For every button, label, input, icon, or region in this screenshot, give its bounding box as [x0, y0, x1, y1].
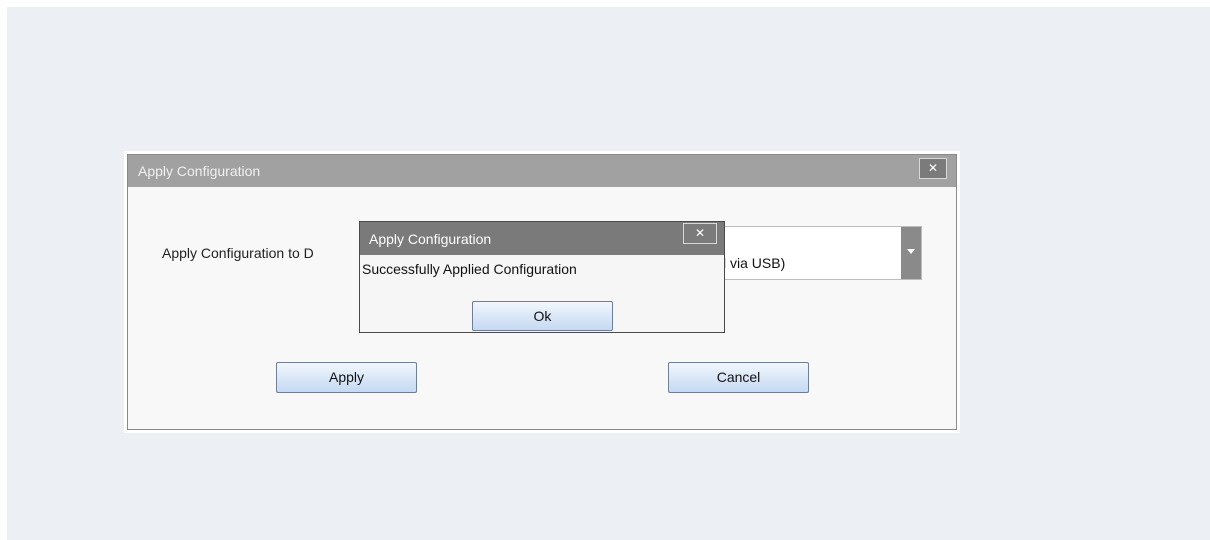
- chevron-down-icon[interactable]: [901, 227, 921, 279]
- success-message-box: Apply Configuration ✕ Successfully Appli…: [359, 221, 725, 333]
- device-label: Apply Configuration to D: [162, 245, 314, 261]
- message-box-close-button[interactable]: ✕: [683, 223, 717, 244]
- success-message: Successfully Applied Configuration: [362, 261, 577, 277]
- device-select-value: l via USB): [723, 255, 786, 271]
- close-icon: ✕: [927, 161, 939, 175]
- dialog-title: Apply Configuration: [138, 163, 261, 179]
- close-icon: ✕: [694, 226, 706, 240]
- dialog-close-button[interactable]: ✕: [919, 158, 947, 179]
- device-select[interactable]: l via USB): [718, 226, 922, 280]
- message-box-titlebar[interactable]: Apply Configuration ✕: [360, 222, 724, 255]
- ok-button[interactable]: Ok: [472, 301, 613, 331]
- apply-button[interactable]: Apply: [276, 362, 417, 393]
- dialog-titlebar[interactable]: Apply Configuration ✕: [128, 155, 956, 187]
- message-box-title: Apply Configuration: [369, 231, 492, 247]
- cancel-button[interactable]: Cancel: [668, 362, 809, 393]
